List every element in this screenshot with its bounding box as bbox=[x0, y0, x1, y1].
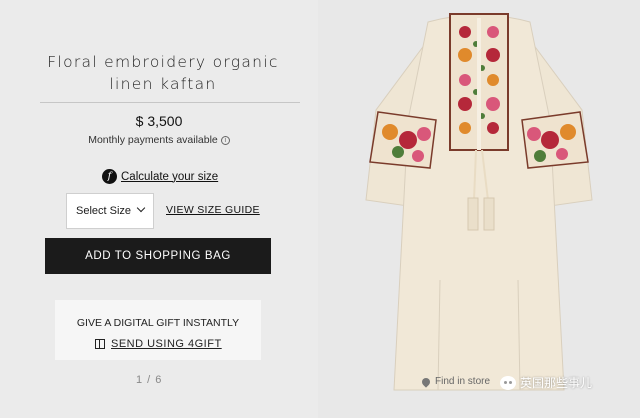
digital-gift-box: GIVE A DIGITAL GIFT INSTANTLY SEND USING… bbox=[55, 300, 261, 360]
find-in-store-label: Find in store bbox=[435, 376, 491, 387]
info-icon[interactable]: i bbox=[220, 136, 230, 145]
view-size-guide-link[interactable]: VIEW SIZE GUIDE bbox=[166, 204, 260, 216]
size-select-value: Select Size bbox=[76, 205, 132, 217]
add-to-bag-button[interactable]: ADD TO SHOPPING BAG bbox=[45, 238, 271, 274]
watermark-text: 英国那些事儿 bbox=[520, 376, 593, 390]
product-info-panel: Floral embroidery organic linen kaftan $… bbox=[0, 0, 318, 418]
send-4gift-link[interactable]: SEND USING 4GIFT bbox=[95, 338, 222, 350]
fit-logo-icon: f bbox=[102, 169, 117, 184]
kaftan-image bbox=[365, 13, 593, 391]
tassel-right bbox=[483, 197, 495, 231]
product-image-panel[interactable]: Find in store 英国那些事儿 bbox=[318, 0, 640, 418]
calculate-size-label: Calculate your size bbox=[121, 170, 219, 183]
title-divider bbox=[40, 102, 300, 103]
send-4gift-label: SEND USING 4GIFT bbox=[111, 338, 222, 350]
image-pager: 1 / 6 bbox=[136, 374, 163, 386]
gift-icon bbox=[95, 339, 105, 349]
location-pin-icon bbox=[420, 375, 432, 388]
product-title: Floral embroidery organic linen kaftan bbox=[47, 53, 279, 93]
size-select[interactable]: Select Size bbox=[66, 193, 154, 229]
watermark: 英国那些事儿 bbox=[500, 374, 592, 391]
chevron-down-icon bbox=[136, 203, 146, 213]
find-in-store-link[interactable]: Find in store bbox=[420, 375, 491, 388]
tassel-left bbox=[467, 197, 479, 231]
product-price: $ 3,500 bbox=[135, 113, 183, 129]
wechat-icon bbox=[500, 375, 516, 390]
calculate-size-link[interactable]: f Calculate your size bbox=[102, 169, 218, 184]
monthly-payments: Monthly payments available i bbox=[40, 134, 278, 146]
monthly-payments-label: Monthly payments available bbox=[88, 134, 218, 146]
gift-title: GIVE A DIGITAL GIFT INSTANTLY bbox=[76, 317, 240, 329]
